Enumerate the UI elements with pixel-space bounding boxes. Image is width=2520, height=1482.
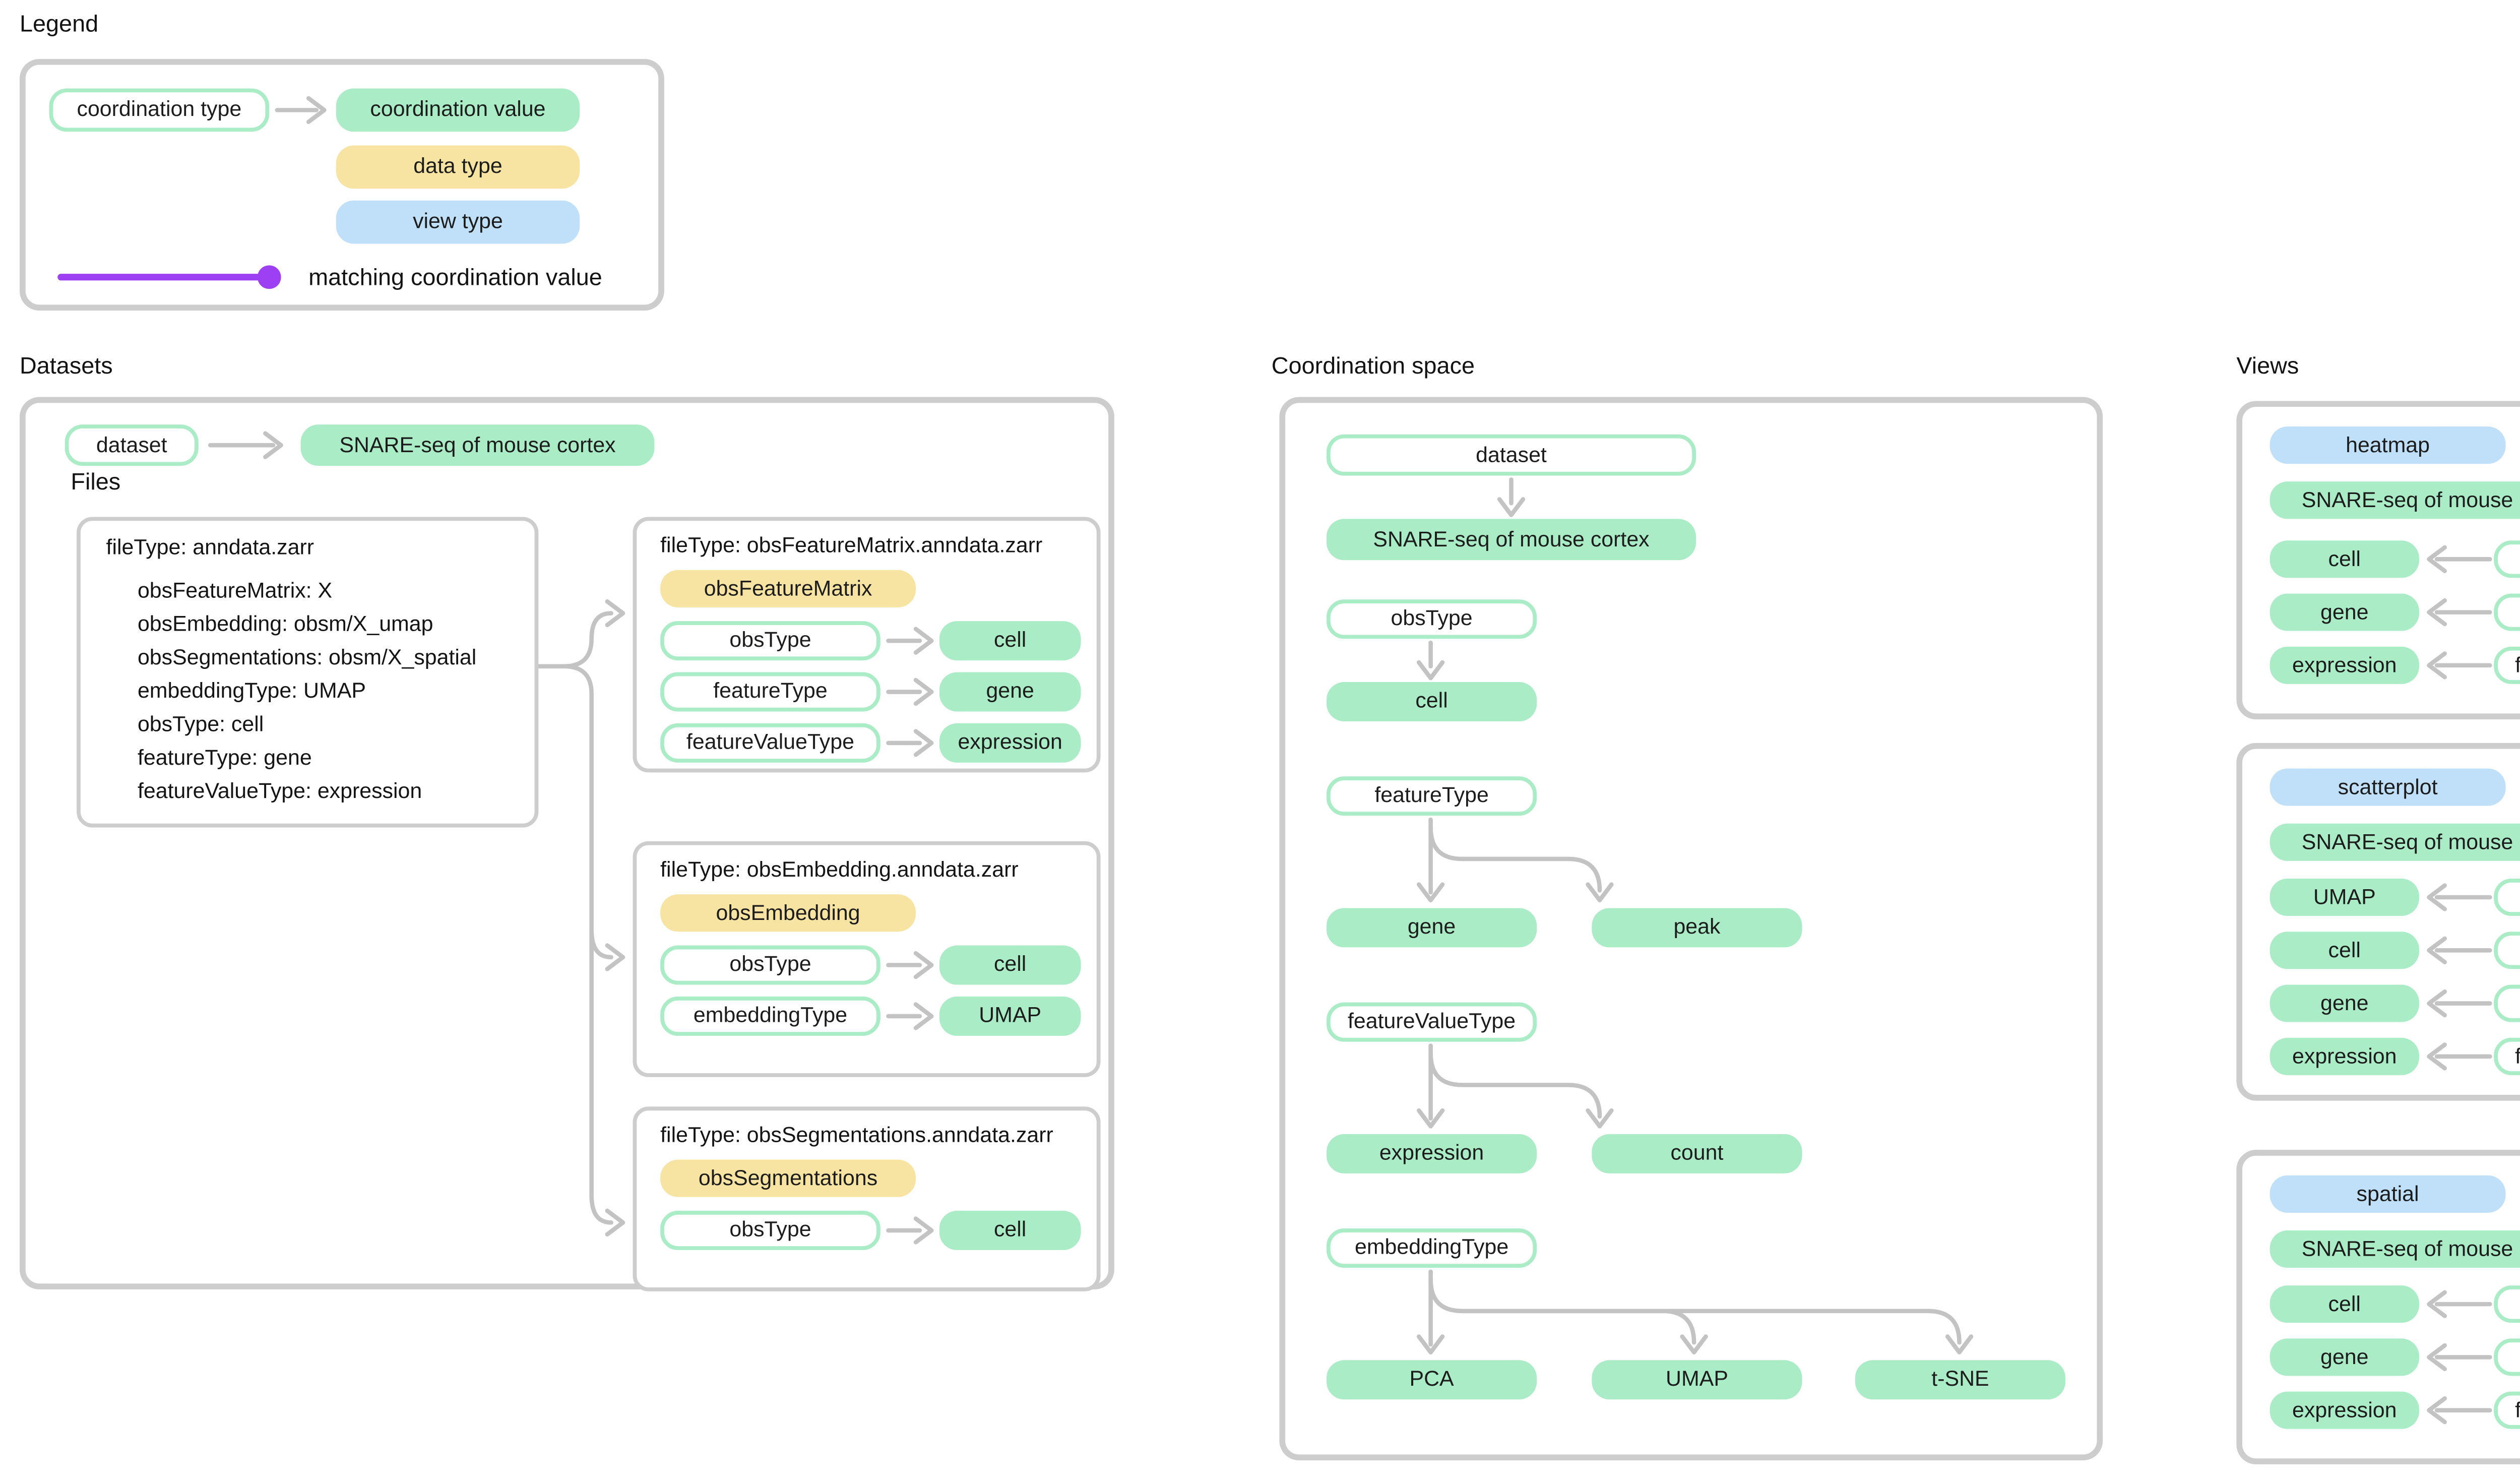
coordination-type-pill: obsType bbox=[2494, 540, 2520, 578]
coordination-type-pill: obsType bbox=[660, 1211, 880, 1250]
view-type-pill: spatial bbox=[2270, 1176, 2506, 1213]
coordination-value-pill: gene bbox=[2270, 985, 2419, 1022]
coordination-value-pill: expression bbox=[939, 723, 1081, 763]
files-label: Files bbox=[71, 468, 120, 496]
coordination-value-pill: cell bbox=[2270, 540, 2419, 578]
coordination-value-pill: expression bbox=[1327, 1134, 1537, 1174]
coordination-panel: dataset SNARE-seq of mouse cortex obsTyp… bbox=[1279, 397, 2103, 1460]
coordination-type-pill: featureValueType bbox=[660, 723, 880, 763]
coordination-value-pill: SNARE-seq of mouse cortex bbox=[1327, 519, 1696, 560]
legend-coordination-value-pill: coordination value bbox=[336, 88, 580, 132]
file-option: featureType: gene bbox=[138, 747, 312, 771]
coordination-type-pill: obsType bbox=[2494, 932, 2520, 969]
coordination-value-pill: cell bbox=[939, 946, 1081, 985]
coordination-type-pill: obsType bbox=[1327, 599, 1537, 639]
coordination-type-pill: obsType bbox=[660, 621, 880, 660]
coordination-title: Coordination space bbox=[1272, 352, 1475, 380]
data-type-pill: obsSegmentations bbox=[660, 1160, 916, 1197]
datasets-panel: dataset SNARE-seq of mouse cortex Files … bbox=[20, 397, 1114, 1289]
coordination-type-pill: featureType bbox=[660, 672, 880, 712]
file-box-obssegmentations: fileType: obsSegmentations.anndata.zarr … bbox=[633, 1106, 1101, 1291]
coordination-value-pill: SNARE-seq of mouse cortex bbox=[2270, 824, 2520, 861]
coordination-value-pill: gene bbox=[1327, 908, 1537, 947]
coordination-type-pill: featureValueType bbox=[1327, 1003, 1537, 1042]
coordination-value-pill: UMAP bbox=[939, 997, 1081, 1036]
file-box-obsfeaturematrix: fileType: obsFeatureMatrix.anndata.zarr … bbox=[633, 517, 1101, 772]
coordination-type-pill: featureValueType bbox=[2494, 1392, 2520, 1429]
coordination-value-pill: gene bbox=[2270, 1338, 2419, 1376]
view-panel-scatterplot: scatterplot SNARE-seq of mouse cortex da… bbox=[2236, 743, 2520, 1101]
coordination-value-pill: cell bbox=[939, 1211, 1081, 1250]
data-type-pill: obsEmbedding bbox=[660, 894, 916, 932]
coordination-type-pill: featureValueType bbox=[2494, 647, 2520, 684]
coordination-value-pill: UMAP bbox=[2270, 879, 2419, 916]
coordination-value-pill: expression bbox=[2270, 1392, 2419, 1429]
views-title: Views bbox=[2236, 352, 2299, 380]
legend-panel: coordination type coordination value dat… bbox=[20, 59, 664, 311]
legend-title: Legend bbox=[20, 10, 98, 37]
coordination-value-pill: PCA bbox=[1327, 1360, 1537, 1399]
matching-line-endpoint bbox=[258, 265, 281, 289]
legend-coordination-type-pill: coordination type bbox=[49, 88, 269, 132]
coordination-type-pill: featureType bbox=[2494, 594, 2520, 631]
file-option: featureValueType: expression bbox=[138, 780, 422, 804]
coordination-value-pill: cell bbox=[2270, 932, 2419, 969]
dataset-value-pill: SNARE-seq of mouse cortex bbox=[301, 424, 655, 466]
coordination-value-pill: SNARE-seq of mouse cortex bbox=[2270, 481, 2520, 519]
coordination-value-pill: gene bbox=[939, 672, 1081, 712]
file-box-title: fileType: obsEmbedding.anndata.zarr bbox=[660, 859, 1019, 883]
file-option: obsFeatureMatrix: X bbox=[138, 580, 332, 603]
coordination-type-pill: featureType bbox=[2494, 985, 2520, 1022]
coordination-value-pill: expression bbox=[2270, 647, 2419, 684]
coordination-type-pill: dataset bbox=[1327, 435, 1696, 476]
coordination-value-pill: UMAP bbox=[1592, 1360, 1802, 1399]
file-box-title: fileType: obsSegmentations.anndata.zarr bbox=[660, 1124, 1053, 1148]
file-option: embeddingType: UMAP bbox=[138, 680, 366, 704]
view-panel-heatmap: heatmap SNARE-seq of mouse cortex datase… bbox=[2236, 401, 2520, 719]
view-type-pill: heatmap bbox=[2270, 426, 2506, 464]
file-box-anndata-title: fileType: anndata.zarr bbox=[106, 536, 314, 560]
coordination-value-pill: cell bbox=[939, 621, 1081, 660]
datasets-title: Datasets bbox=[20, 352, 113, 380]
coordination-value-pill: t-SNE bbox=[1855, 1360, 2065, 1399]
file-box-obsembedding: fileType: obsEmbedding.anndata.zarr obsE… bbox=[633, 841, 1101, 1077]
coordination-value-pill: peak bbox=[1592, 908, 1802, 947]
view-type-pill: scatterplot bbox=[2270, 769, 2506, 806]
dataset-type-pill: dataset bbox=[65, 424, 199, 466]
coordination-type-pill: embeddingType bbox=[2494, 879, 2520, 916]
coordination-type-pill: featureType bbox=[2494, 1338, 2520, 1376]
coordination-value-pill: gene bbox=[2270, 594, 2419, 631]
legend-data-type-pill: data type bbox=[336, 146, 580, 189]
coordination-value-pill: cell bbox=[2270, 1285, 2419, 1323]
coordination-type-pill: embeddingType bbox=[1327, 1228, 1537, 1268]
coordination-type-pill: featureType bbox=[1327, 776, 1537, 816]
coordination-type-pill: obsType bbox=[660, 946, 880, 985]
coordination-type-pill: obsType bbox=[2494, 1285, 2520, 1323]
file-option: obsSegmentations: obsm/X_spatial bbox=[138, 647, 476, 670]
data-type-pill: obsFeatureMatrix bbox=[660, 570, 916, 607]
legend-view-type-pill: view type bbox=[336, 201, 580, 244]
coordination-value-pill: SNARE-seq of mouse cortex bbox=[2270, 1230, 2520, 1268]
file-option: obsEmbedding: obsm/X_umap bbox=[138, 613, 433, 637]
file-box-anndata: fileType: anndata.zarr obsFeatureMatrix:… bbox=[77, 517, 538, 827]
coordination-value-pill: count bbox=[1592, 1134, 1802, 1174]
coordination-value-pill: expression bbox=[2270, 1038, 2419, 1075]
coordination-type-pill: featureValueType bbox=[2494, 1038, 2520, 1075]
coordination-type-pill: embeddingType bbox=[660, 997, 880, 1036]
diagram-canvas: Legend coordination type coordination va… bbox=[0, 0, 2520, 1482]
file-box-title: fileType: obsFeatureMatrix.anndata.zarr bbox=[660, 535, 1042, 559]
view-panel-spatial: spatial SNARE-seq of mouse cortex datase… bbox=[2236, 1150, 2520, 1464]
coordination-value-pill: cell bbox=[1327, 682, 1537, 721]
legend-matching-label: matching coordination value bbox=[308, 263, 602, 291]
file-option: obsType: cell bbox=[138, 713, 264, 737]
